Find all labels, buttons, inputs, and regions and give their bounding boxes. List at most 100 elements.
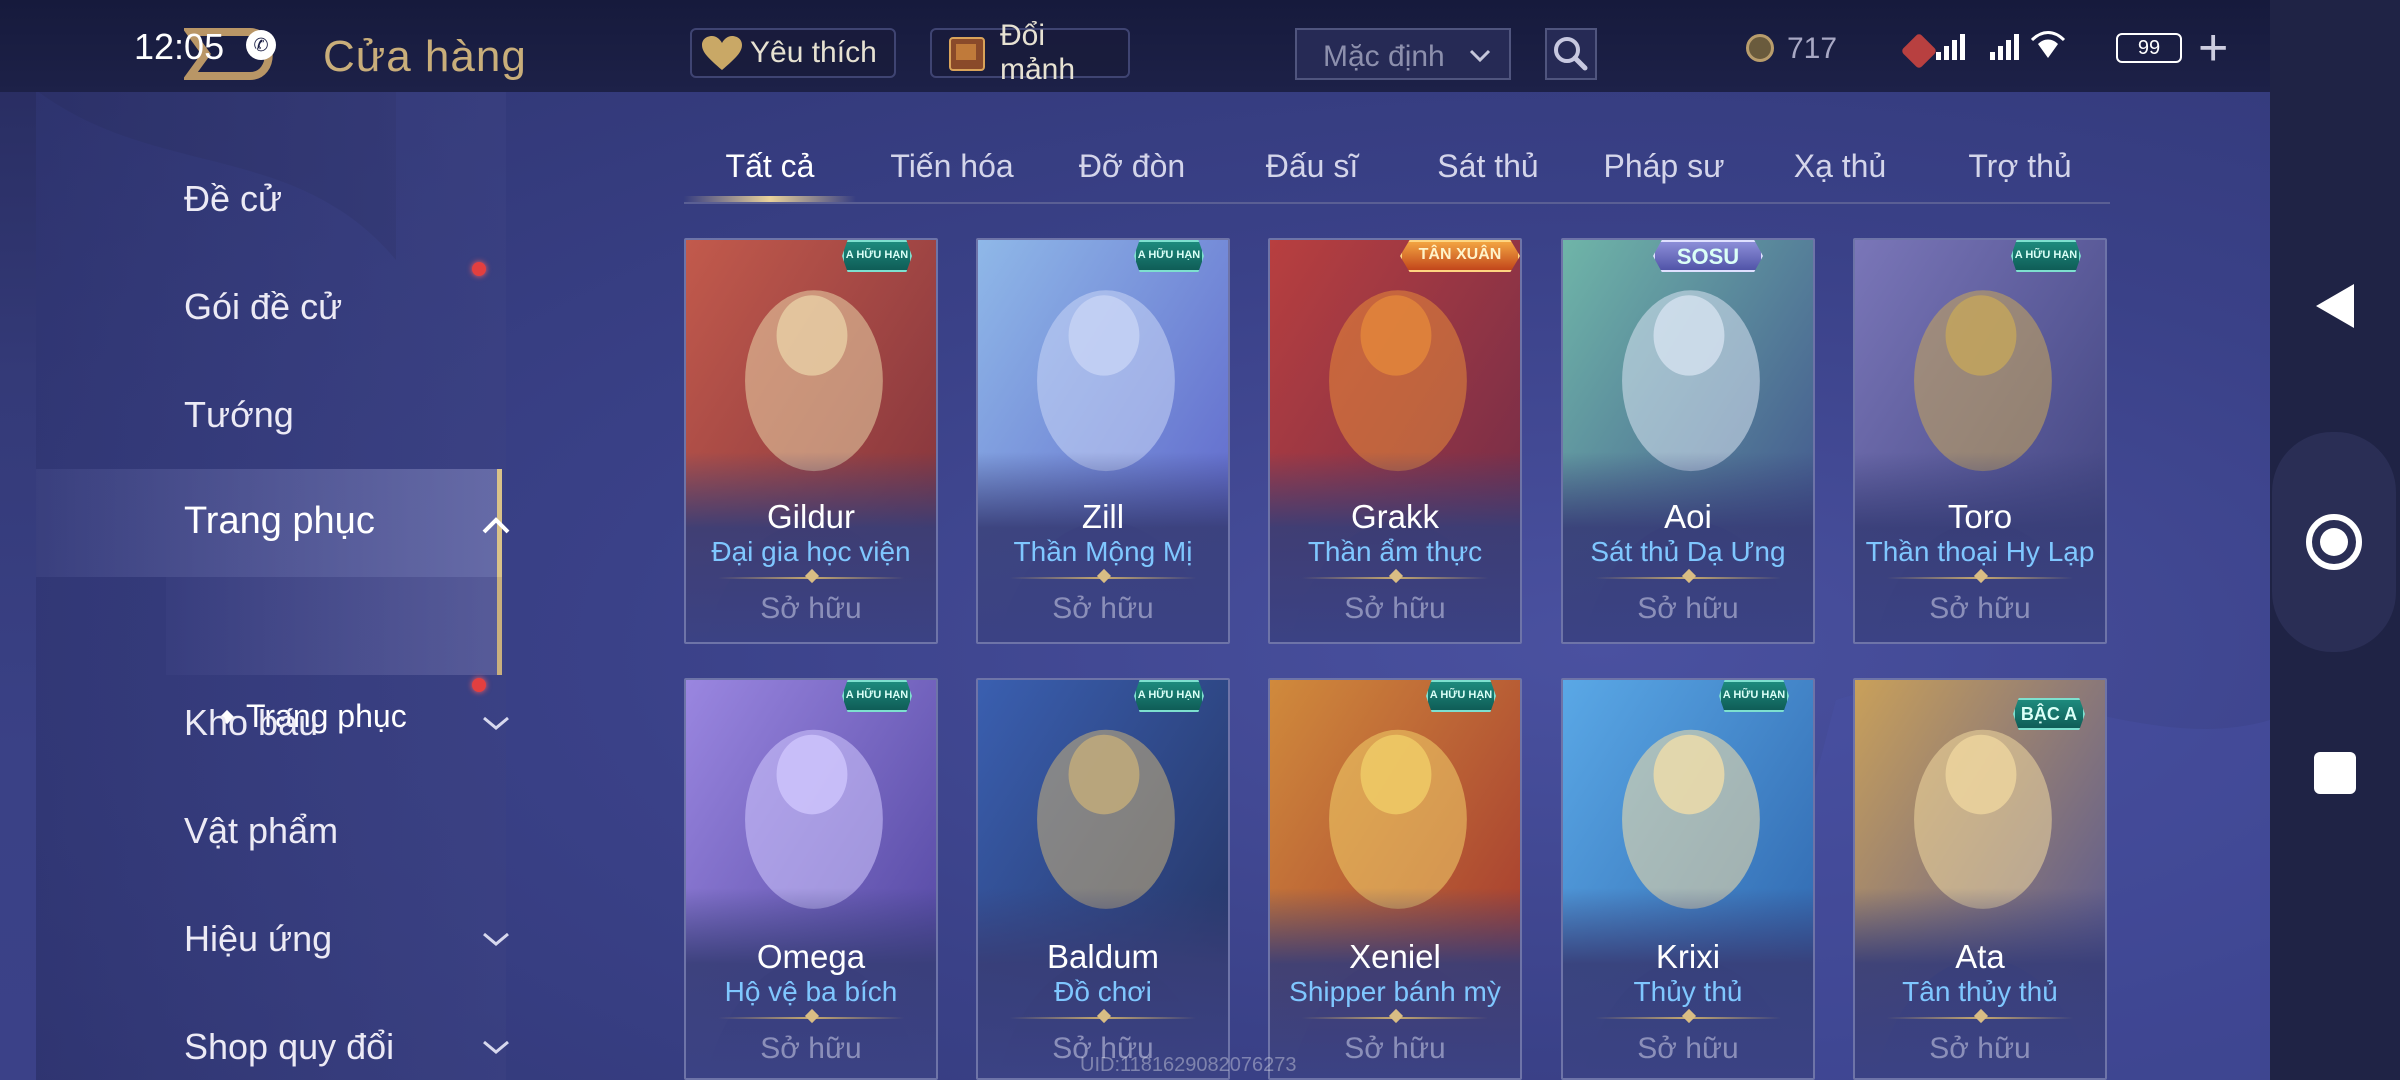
tab-marksman[interactable]: Xạ thủ [1750, 148, 1930, 185]
owned-status: Sở hữu [1637, 592, 1739, 625]
active-tab-indicator [684, 196, 856, 202]
sidebar-item-effects[interactable]: Hiệu ứng [184, 918, 332, 960]
owned-status: Sở hữu [1052, 592, 1154, 625]
rarity-badge: A HỮU HẠN [1426, 680, 1496, 712]
nav-back-icon[interactable] [2316, 284, 2354, 328]
skin-name: Thần ẩm thực [1307, 536, 1483, 567]
skin-card[interactable]: A HỮU HẠN Gildur Đại gia học viện Sở hữu [684, 238, 938, 644]
skin-card[interactable]: A HỮU HẠN Omega Hộ vệ ba bích Sở hữu [684, 678, 938, 1080]
search-icon [1554, 37, 1588, 71]
skin-card[interactable]: SOSU MỆNH 65 AoiSát thủ Dạ Ưng Sở hữu [1561, 238, 1815, 644]
tab-evolution[interactable]: Tiến hóa [862, 148, 1042, 185]
hero-name: Ata [1955, 938, 2005, 975]
sidebar-item-heroes[interactable]: Tướng [184, 394, 294, 436]
skin-name: Sát thủ Dạ Ưng [1590, 536, 1786, 567]
skin-card[interactable]: A HỮU HẠN Krixi Thủy thủ Sở hữu [1561, 678, 1815, 1080]
hero-name: Gildur [766, 498, 856, 535]
page-title: Cửa hàng [323, 32, 527, 81]
skin-name: Thủy thủ [1633, 976, 1743, 1007]
skin-name: Đại gia học viện [711, 536, 911, 567]
coin-icon [1746, 34, 1774, 62]
nav-recents-icon[interactable] [2314, 752, 2356, 794]
skin-name: Thần thoại Hy Lạp [1865, 536, 2095, 567]
search-button[interactable] [1545, 28, 1597, 80]
hero-name: Baldum [1047, 938, 1159, 975]
tab-mage[interactable]: Pháp sư [1574, 148, 1754, 185]
tab-warrior[interactable]: Đấu sĩ [1222, 148, 1402, 185]
owned-status: Sở hữu [1344, 1032, 1446, 1065]
tab-assassin[interactable]: Sát thủ [1398, 148, 1578, 185]
sidebar-item-recommended[interactable]: Đề cử [184, 178, 282, 220]
rarity-badge: TÂN XUÂN [1400, 240, 1520, 272]
tab-tank[interactable]: Đỡ đòn [1042, 148, 1222, 185]
notification-dot [472, 678, 486, 692]
rarity-badge: A HỮU HẠN [2011, 240, 2081, 272]
hero-name: Omega [756, 938, 866, 975]
sidebar-item-exchange-shop[interactable]: Shop quy đổi [184, 1026, 394, 1068]
favorites-label: Yêu thích [750, 36, 877, 69]
hero-name: Xeniel [1349, 938, 1441, 975]
chevron-down-icon [483, 716, 509, 730]
chevron-down-icon [483, 932, 509, 946]
status-time: 12:05 [134, 26, 225, 67]
nav-home-icon[interactable] [2306, 514, 2362, 570]
rarity-badge: A HỮU HẠN [842, 240, 912, 272]
tab-support[interactable]: Trợ thủ [1930, 148, 2110, 185]
heart-icon [702, 36, 742, 70]
category-tabs: Tất cả Tiến hóa Đỡ đòn Đấu sĩ Sát thủ Ph… [684, 140, 2110, 204]
hero-name: Toro [1947, 498, 2013, 535]
owned-status: Sở hữu [760, 1032, 862, 1065]
rarity-badge: A HỮU HẠN [842, 680, 912, 712]
skin-card[interactable]: TÂN XUÂN Grakk Thần ẩm thực Sở hữu [1268, 238, 1522, 644]
sort-dropdown[interactable]: Mặc định [1295, 28, 1511, 80]
top-bar: 12:05 ✆ Cửa hàng Yêu thích Đổi mảnh Mặc … [0, 0, 2400, 92]
skin-name: Thần Mộng Mị [1013, 536, 1193, 567]
skin-card[interactable]: A HỮU HẠN Xeniel Shipper bánh mỳ Sở hữu [1268, 678, 1522, 1080]
hero-name: Krixi [1655, 938, 1721, 975]
rarity-badge: A HỮU HẠN [1134, 240, 1204, 272]
uid-watermark: UID:1181629082076273 [1080, 1054, 1297, 1076]
sidebar-item-treasure[interactable]: Kho báu [184, 702, 318, 744]
signal-icon [1936, 31, 2066, 60]
owned-status: Sở hữu [760, 592, 862, 625]
skin-name: Đồ chơi [1054, 976, 1152, 1007]
shard-book-icon [949, 37, 985, 71]
hero-name: Aoi [1664, 498, 1712, 535]
chevron-down-icon [483, 1040, 509, 1054]
hero-name: Zill [1081, 498, 1125, 535]
shard-exchange-label: Đổi mảnh [1000, 19, 1076, 86]
battery-indicator: 99 [2116, 33, 2182, 63]
skin-name: Hộ vệ ba bích [724, 976, 898, 1007]
skin-card[interactable]: A HỮU HẠN Zill Thần Mộng Mị Sở hữu [976, 238, 1230, 644]
hero-name: Grakk [1350, 498, 1439, 535]
coin-balance: 717 [1787, 32, 1838, 65]
messenger-icon: ✆ [246, 30, 276, 60]
owned-status: Sở hữu [1929, 592, 2031, 625]
chevron-up-icon [482, 517, 510, 534]
sidebar-item-skins-label: Trang phục [184, 500, 375, 542]
skin-card[interactable]: A HỮU HẠN Baldum Đồ chơi Sở hữu [976, 678, 1230, 1080]
rarity-badge: SOSU MỆNH 65 [1653, 240, 1763, 272]
tab-all[interactable]: Tất cả [684, 148, 856, 185]
rarity-badge: A HỮU HẠN [1134, 680, 1204, 712]
skin-card[interactable]: BẬC A Ata Tân thủy thủ Sở hữu [1853, 678, 2107, 1080]
sidebar-subitem-skins[interactable] [166, 577, 502, 675]
skin-name: Shipper bánh mỳ [1289, 976, 1501, 1007]
owned-status: Sở hữu [1929, 1032, 2031, 1065]
skin-card[interactable]: A HỮU HẠN Toro Thần thoại Hy Lạp Sở hữu [1853, 238, 2107, 644]
shard-exchange-button[interactable]: Đổi mảnh [930, 19, 1130, 86]
rarity-badge: A HỮU HẠN [1719, 680, 1789, 712]
notification-dot [472, 262, 486, 276]
sidebar-item-recommended-packs[interactable]: Gói đề cử [184, 286, 342, 328]
sort-selected: Mặc định [1323, 40, 1445, 73]
sidebar-item-items[interactable]: Vật phẩm [184, 810, 338, 852]
chevron-down-icon [1469, 49, 1491, 63]
skin-name: Tân thủy thủ [1902, 976, 2058, 1007]
favorites-button[interactable]: Yêu thích [690, 28, 896, 78]
plus-icon[interactable]: + [2198, 18, 2228, 78]
owned-status: Sở hữu [1344, 592, 1446, 625]
rarity-badge: BẬC A [2013, 698, 2085, 730]
owned-status: Sở hữu [1637, 1032, 1739, 1065]
signal-wifi-icons [1930, 28, 2110, 72]
sidebar: Đề cử Gói đề cử Tướng Trang phục Trang p… [36, 92, 510, 1080]
